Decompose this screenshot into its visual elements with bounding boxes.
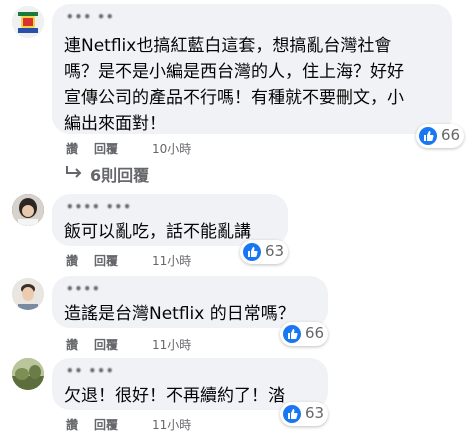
emblem-avatar-icon <box>12 6 44 38</box>
like-link[interactable]: 讚 <box>66 140 78 157</box>
like-link[interactable]: 讚 <box>66 336 78 353</box>
comment-bubble: ••• •• 連Netflix也搞紅藍白這套，想搞亂台灣社會 嗎？是不是小編是西… <box>52 4 452 134</box>
commenter-avatar[interactable] <box>12 358 44 390</box>
reaction-badge[interactable]: 63 <box>280 402 328 426</box>
timestamp[interactable]: 11小時 <box>152 252 191 269</box>
user-photo-icon <box>12 194 44 226</box>
timestamp[interactable]: 11小時 <box>152 416 191 433</box>
comment-text-line: 編出來面對！ <box>64 114 166 134</box>
landscape-avatar-icon <box>12 358 44 390</box>
comment-actions: 讚 回覆 11小時 <box>66 416 266 434</box>
comment-actions: 讚 回覆 11小時 <box>66 336 266 354</box>
thumbs-up-icon <box>283 405 301 423</box>
thumbs-up-icon <box>419 127 437 145</box>
commenter-avatar[interactable] <box>12 6 44 38</box>
like-link[interactable]: 讚 <box>66 416 78 433</box>
reply-link[interactable]: 回覆 <box>94 140 118 157</box>
user-photo-icon <box>12 278 44 310</box>
reply-link[interactable]: 回覆 <box>94 336 118 353</box>
comment-bubble: •••• ••• 飯可以亂吃，話不能亂講 <box>52 194 288 246</box>
reaction-count: 63 <box>305 404 325 422</box>
commenter-avatar[interactable] <box>12 278 44 310</box>
reaction-count: 66 <box>305 324 325 342</box>
comment-bubble: •••• 造謠是台灣Netflix 的日常嗎？ <box>52 276 328 328</box>
reaction-count: 63 <box>265 242 285 260</box>
comment-author[interactable]: •••• ••• <box>66 200 132 214</box>
comment-text-line: 飯可以亂吃，話不能亂講 <box>64 222 251 242</box>
reaction-count: 66 <box>441 126 461 144</box>
commenter-avatar[interactable] <box>12 194 44 226</box>
comment-text-line: 連Netflix也搞紅藍白這套，想搞亂台灣社會 <box>64 36 392 56</box>
comment-2: •••• ••• 飯可以亂吃，話不能亂講 63 讚 回覆 11小時 <box>0 190 474 270</box>
comment-3: •••• 造謠是台灣Netflix 的日常嗎？ 66 讚 回覆 11小時 <box>0 272 474 352</box>
replies-count-label: 6則回覆 <box>90 166 150 185</box>
reply-arrow-icon <box>66 166 82 178</box>
comment-text-line: 宣傳公司的產品不行嗎！有種就不要刪文，小 <box>64 88 404 108</box>
reply-link[interactable]: 回覆 <box>94 416 118 433</box>
comment-actions: 讚 回覆 11小時 <box>66 252 266 270</box>
view-replies-link[interactable]: 6則回覆 <box>64 162 224 185</box>
comment-text-line: 嗎？是不是小編是西台灣的人，住上海？好好 <box>64 62 404 82</box>
thumbs-up-icon <box>283 325 301 343</box>
reaction-badge[interactable]: 66 <box>280 322 328 346</box>
comment-4: •• ••• 欠退！很好！不再續約了！涾 63 讚 回覆 11小時 <box>0 354 474 436</box>
comment-text-line: 造謠是台灣Netflix 的日常嗎？ <box>64 304 295 324</box>
comment-text-line: 欠退！很好！不再續約了！涾 <box>64 386 285 406</box>
reaction-badge[interactable]: 66 <box>416 124 464 148</box>
timestamp[interactable]: 11小時 <box>152 336 191 353</box>
reply-link[interactable]: 回覆 <box>94 252 118 269</box>
comment-1: ••• •• 連Netflix也搞紅藍白這套，想搞亂台灣社會 嗎？是不是小編是西… <box>0 0 474 190</box>
comment-author[interactable]: ••• •• <box>66 10 115 24</box>
comment-author[interactable]: •••• <box>66 282 101 296</box>
timestamp[interactable]: 10小時 <box>152 140 191 157</box>
like-link[interactable]: 讚 <box>66 252 78 269</box>
comment-author[interactable]: •• ••• <box>66 364 115 378</box>
comment-actions: 讚 回覆 10小時 <box>66 140 266 158</box>
